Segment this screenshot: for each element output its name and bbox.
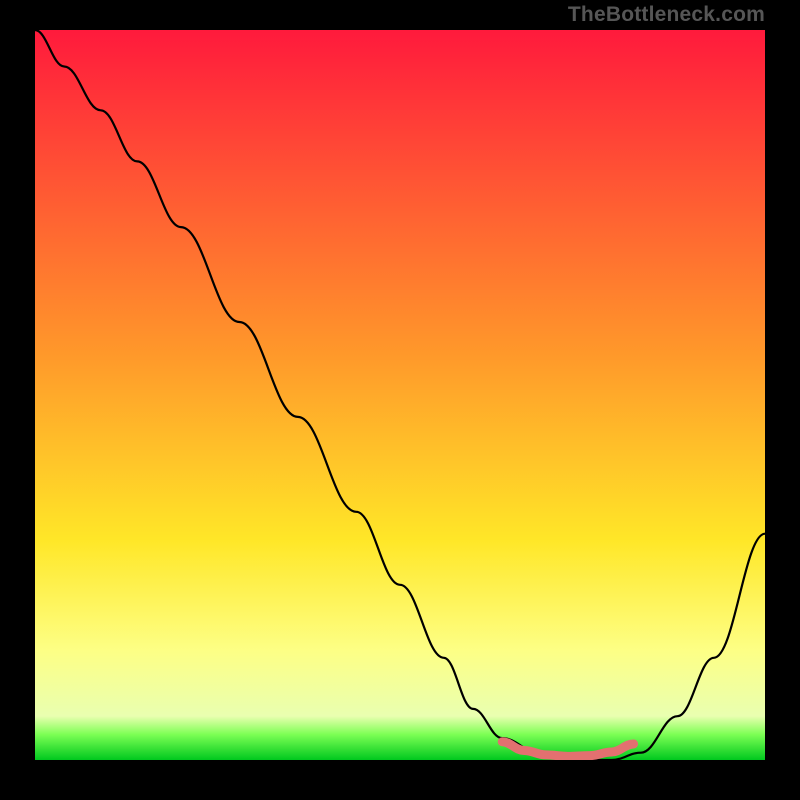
bottleneck-curve <box>35 30 765 760</box>
chart-frame: TheBottleneck.com <box>0 0 800 800</box>
watermark-text: TheBottleneck.com <box>568 3 765 27</box>
curve-layer <box>35 30 765 760</box>
plot-area <box>35 30 765 760</box>
flat-zone-highlight <box>502 742 633 757</box>
